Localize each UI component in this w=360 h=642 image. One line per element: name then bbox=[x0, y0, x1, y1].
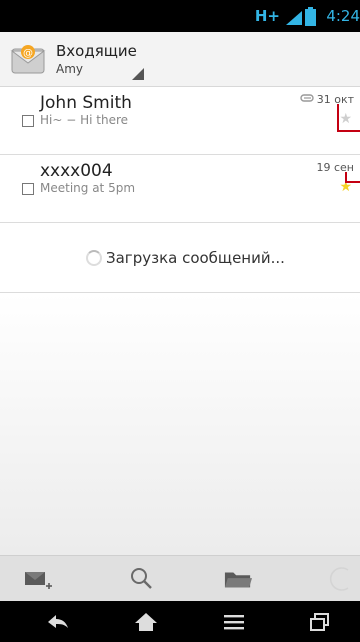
message-checkbox[interactable] bbox=[22, 183, 34, 195]
message-row[interactable]: xxxx004 Meeting at 5pm 19 сен ★ bbox=[0, 155, 360, 223]
action-bar: @ Входящие Amy bbox=[0, 32, 360, 87]
folder-icon[interactable] bbox=[224, 566, 252, 592]
annotation-marker bbox=[337, 104, 360, 132]
home-icon[interactable] bbox=[134, 612, 158, 632]
recent-apps-icon[interactable] bbox=[308, 612, 332, 632]
account-spinner-icon[interactable] bbox=[132, 68, 144, 80]
attachment-icon bbox=[300, 94, 314, 102]
annotation-marker bbox=[345, 172, 360, 183]
signal-icon bbox=[286, 11, 302, 25]
loading-row: Загрузка сообщений... bbox=[0, 222, 360, 293]
bottom-action-bar bbox=[0, 555, 360, 602]
message-sender: xxxx004 bbox=[40, 161, 113, 181]
message-snippet: Hi~ − Hi there bbox=[40, 113, 129, 127]
svg-text:@: @ bbox=[23, 48, 33, 59]
email-app-icon[interactable]: @ bbox=[10, 41, 46, 75]
folder-title[interactable]: Входящие bbox=[56, 42, 137, 60]
menu-icon[interactable] bbox=[222, 612, 246, 632]
empty-list-area bbox=[0, 293, 360, 555]
message-list: John Smith Hi~ − Hi there 31 окт ★ xxxx0… bbox=[0, 87, 360, 223]
compose-icon[interactable] bbox=[24, 566, 52, 592]
loading-spinner-icon bbox=[86, 250, 102, 266]
loading-text: Загрузка сообщений... bbox=[106, 249, 285, 267]
search-icon[interactable] bbox=[128, 566, 156, 592]
message-row[interactable]: John Smith Hi~ − Hi there 31 окт ★ bbox=[0, 87, 360, 155]
message-snippet: Meeting at 5pm bbox=[40, 181, 136, 195]
account-name[interactable]: Amy bbox=[56, 62, 83, 76]
status-time: 4:24 bbox=[326, 7, 360, 25]
back-icon[interactable] bbox=[46, 612, 70, 632]
network-type: H+ bbox=[254, 7, 280, 25]
message-sender: John Smith bbox=[40, 93, 132, 113]
message-checkbox[interactable] bbox=[22, 115, 34, 127]
status-bar: H+ 4:24 bbox=[0, 0, 360, 32]
refresh-icon[interactable] bbox=[326, 566, 354, 592]
battery-icon bbox=[305, 7, 316, 26]
system-nav-bar bbox=[0, 601, 360, 642]
